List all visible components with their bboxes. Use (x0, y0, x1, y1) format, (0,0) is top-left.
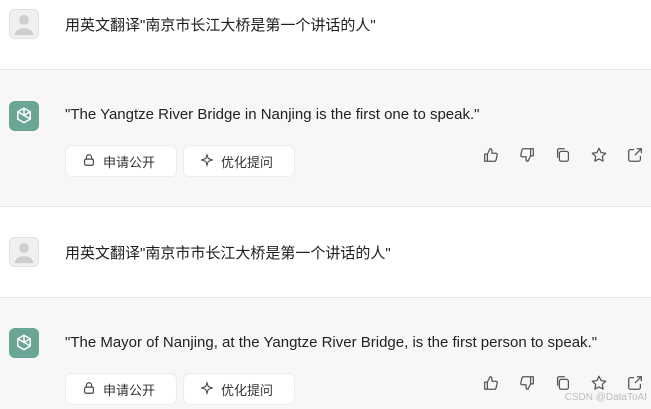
star-icon[interactable] (590, 146, 608, 164)
optimize-prompt-button[interactable]: 优化提问 (184, 374, 294, 404)
optimize-prompt-label: 优化提问 (221, 382, 274, 398)
assistant-message-row: "The Yangtze River Bridge in Nanjing is … (0, 70, 651, 206)
user-message-text: 用英文翻译"南京市长江大桥是第一个讲话的人" (65, 17, 376, 34)
sparkle-icon (200, 380, 214, 398)
sparkle-icon (200, 152, 214, 170)
user-message-text: 用英文翻译"南京市市长江大桥是第一个讲话的人" (65, 245, 391, 262)
apply-public-label: 申请公开 (103, 154, 156, 170)
lock-icon (82, 381, 96, 398)
lock-icon (82, 153, 96, 170)
openai-logo-icon (9, 328, 39, 358)
copy-icon[interactable] (554, 146, 572, 164)
assistant-message-text: "The Yangtze River Bridge in Nanjing is … (65, 106, 480, 123)
apply-public-button[interactable]: 申请公开 (66, 146, 176, 176)
optimize-prompt-button[interactable]: 优化提问 (184, 146, 294, 176)
thumbs-up-icon[interactable] (482, 146, 500, 164)
share-icon[interactable] (626, 146, 644, 164)
thumbs-down-icon[interactable] (518, 146, 536, 164)
user-avatar-icon (9, 9, 39, 39)
copy-icon[interactable] (554, 374, 572, 392)
user-message-row: 用英文翻译"南京市长江大桥是第一个讲话的人" (0, 0, 651, 69)
apply-public-button[interactable]: 申请公开 (66, 374, 176, 404)
thumbs-up-icon[interactable] (482, 374, 500, 392)
assistant-message-text: "The Mayor of Nanjing, at the Yangtze Ri… (65, 334, 598, 351)
thumbs-down-icon[interactable] (518, 374, 536, 392)
user-avatar-icon (9, 237, 39, 267)
watermark: CSDN @DataToAI (564, 392, 647, 403)
optimize-prompt-label: 优化提问 (221, 154, 274, 170)
openai-logo-icon (9, 101, 39, 131)
star-icon[interactable] (590, 374, 608, 392)
assistant-message-row: "The Mayor of Nanjing, at the Yangtze Ri… (0, 298, 651, 409)
apply-public-label: 申请公开 (103, 382, 156, 398)
share-icon[interactable] (626, 374, 644, 392)
user-message-row: 用英文翻译"南京市市长江大桥是第一个讲话的人" (0, 207, 651, 297)
